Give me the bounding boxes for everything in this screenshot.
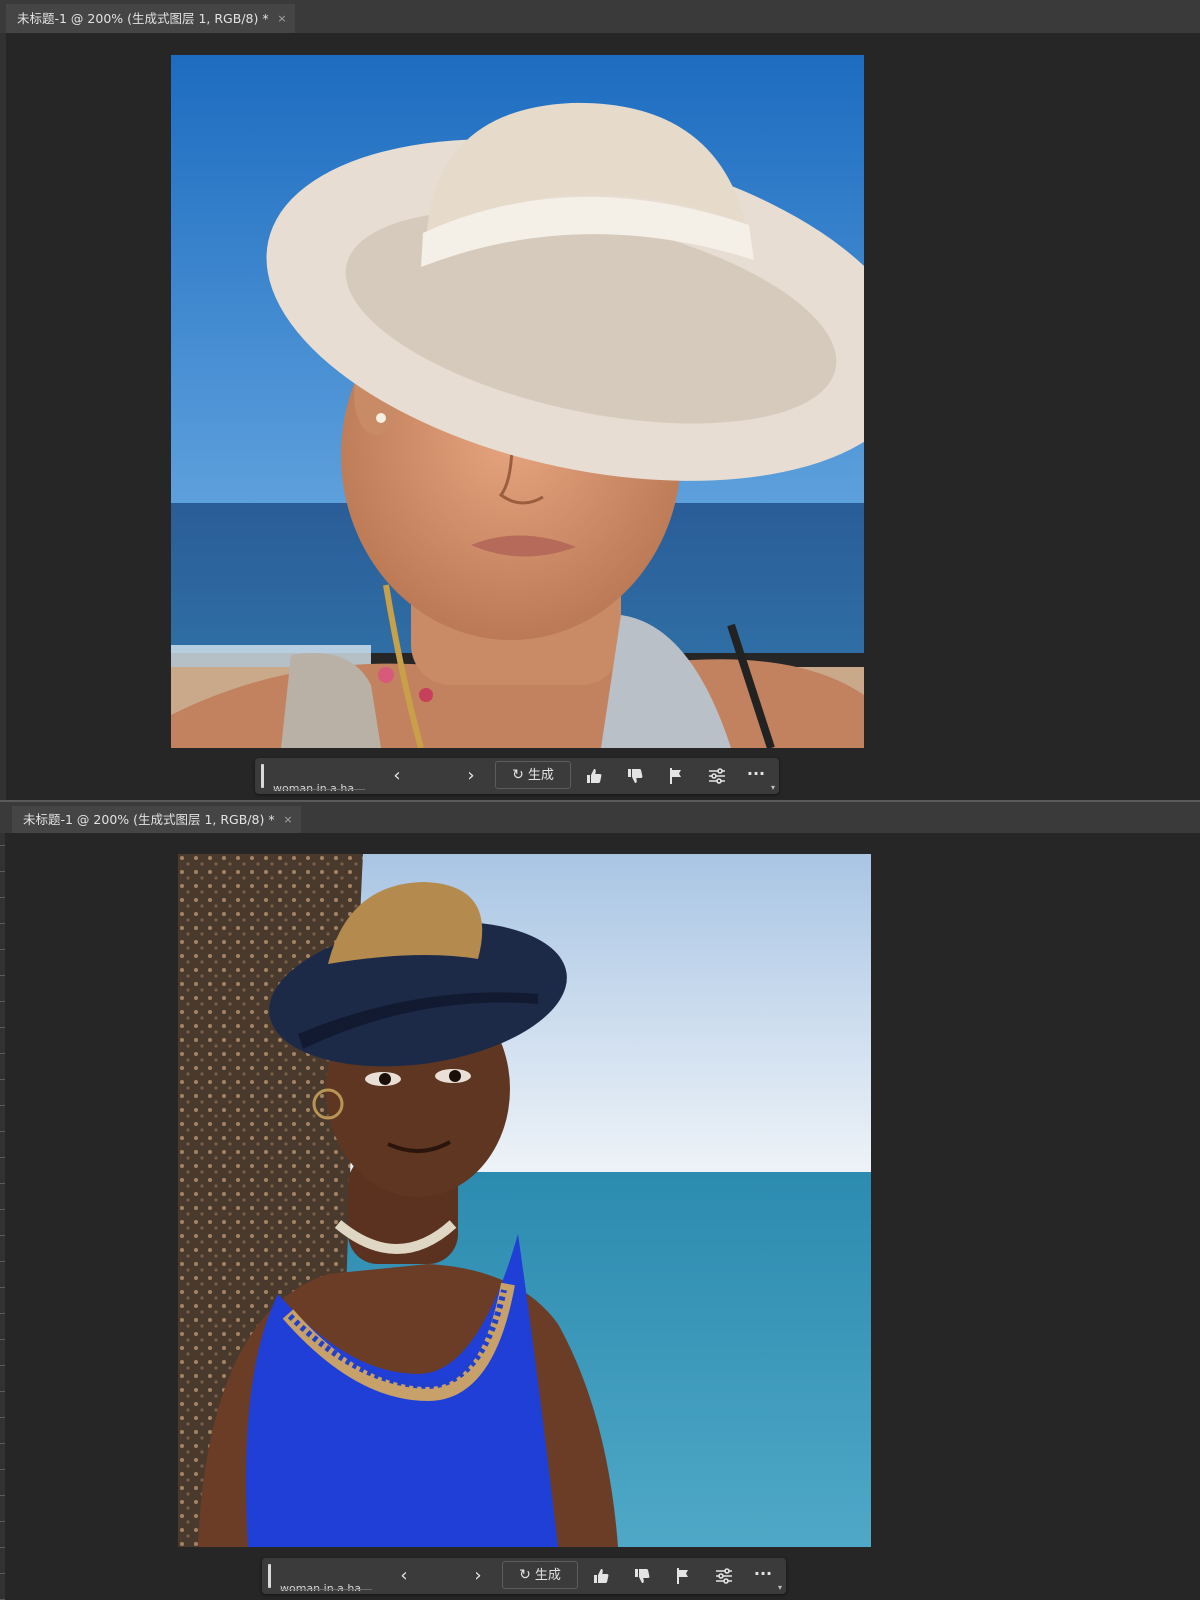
document-panel-2: 未标题-1 @ 200% (生成式图层 1, RGB/8) * × woman … <box>0 800 1200 1600</box>
sliders-icon <box>709 768 725 784</box>
previous-variant-button[interactable]: ‹ <box>392 1564 416 1588</box>
thumbs-down-icon <box>628 769 643 783</box>
dropdown-corner-icon: ▾ <box>770 783 775 792</box>
more-icon: ··· <box>753 1564 773 1583</box>
more-options-button[interactable]: ··· <box>745 765 767 787</box>
thumbs-down-button[interactable] <box>624 765 646 787</box>
next-variant-button[interactable]: › <box>466 1564 490 1588</box>
settings-sliders-button[interactable] <box>713 1565 735 1587</box>
close-icon[interactable]: × <box>283 806 292 833</box>
document-tabbar: 未标题-1 @ 200% (生成式图层 1, RGB/8) * × <box>0 0 1200 33</box>
document-tab[interactable]: 未标题-1 @ 200% (生成式图层 1, RGB/8) * × <box>12 806 301 833</box>
report-flag-button[interactable] <box>672 1565 694 1587</box>
thumbs-up-icon <box>594 1569 609 1583</box>
generate-button[interactable]: ↻ 生成 <box>495 761 571 789</box>
report-flag-button[interactable] <box>665 765 687 787</box>
thumbs-down-button[interactable] <box>631 1565 653 1587</box>
prompt-input[interactable]: woman in a ha <box>261 761 371 791</box>
generated-photo-woman-white-hat <box>171 55 864 748</box>
vertical-ruler <box>0 33 6 800</box>
thumbs-up-icon <box>587 769 602 783</box>
generative-toolbar: woman in a ha ‹ › ↻ 生成 ··· ▾ <box>262 1558 786 1594</box>
document-tab[interactable]: 未标题-1 @ 200% (生成式图层 1, RGB/8) * × <box>6 4 295 33</box>
chevron-left-icon: ‹ <box>400 1565 408 1586</box>
flag-icon <box>677 1568 688 1584</box>
settings-sliders-button[interactable] <box>706 765 728 787</box>
thumbs-down-icon <box>635 1569 650 1583</box>
document-tab-title: 未标题-1 @ 200% (生成式图层 1, RGB/8) * <box>23 812 275 827</box>
prompt-underline <box>273 789 365 790</box>
canvas-image[interactable] <box>171 55 864 748</box>
more-options-button[interactable]: ··· <box>752 1565 774 1587</box>
chevron-right-icon: › <box>474 1565 482 1586</box>
vertical-ruler <box>0 833 5 1600</box>
dropdown-corner-icon: ▾ <box>777 1583 782 1592</box>
thumbs-up-button[interactable] <box>590 1565 612 1587</box>
close-icon[interactable]: × <box>277 4 286 33</box>
prompt-underline <box>280 1589 372 1590</box>
prompt-caret <box>268 1564 271 1588</box>
chevron-left-icon: ‹ <box>393 765 401 786</box>
prompt-caret <box>261 764 264 788</box>
refresh-icon: ↻ <box>519 1567 531 1583</box>
document-tab-title: 未标题-1 @ 200% (生成式图层 1, RGB/8) * <box>17 11 269 26</box>
generate-label: 生成 <box>527 768 554 783</box>
sliders-icon <box>716 1568 732 1584</box>
canvas-image[interactable] <box>178 854 871 1547</box>
generate-button[interactable]: ↻ 生成 <box>502 1561 578 1589</box>
generate-label: 生成 <box>534 1568 561 1583</box>
document-tabbar: 未标题-1 @ 200% (生成式图层 1, RGB/8) * × <box>0 802 1200 833</box>
chevron-right-icon: › <box>467 765 475 786</box>
generative-toolbar: woman in a ha ‹ › ↻ 生成 ··· ▾ <box>255 758 779 794</box>
document-panel-1: 未标题-1 @ 200% (生成式图层 1, RGB/8) * × woman … <box>0 0 1200 800</box>
next-variant-button[interactable]: › <box>459 764 483 788</box>
flag-icon <box>670 768 681 784</box>
refresh-icon: ↻ <box>512 767 524 783</box>
prompt-input[interactable]: woman in a ha <box>268 1561 378 1591</box>
more-icon: ··· <box>746 764 766 783</box>
previous-variant-button[interactable]: ‹ <box>385 764 409 788</box>
generated-photo-woman-blue-hat <box>178 854 871 1547</box>
thumbs-up-button[interactable] <box>583 765 605 787</box>
